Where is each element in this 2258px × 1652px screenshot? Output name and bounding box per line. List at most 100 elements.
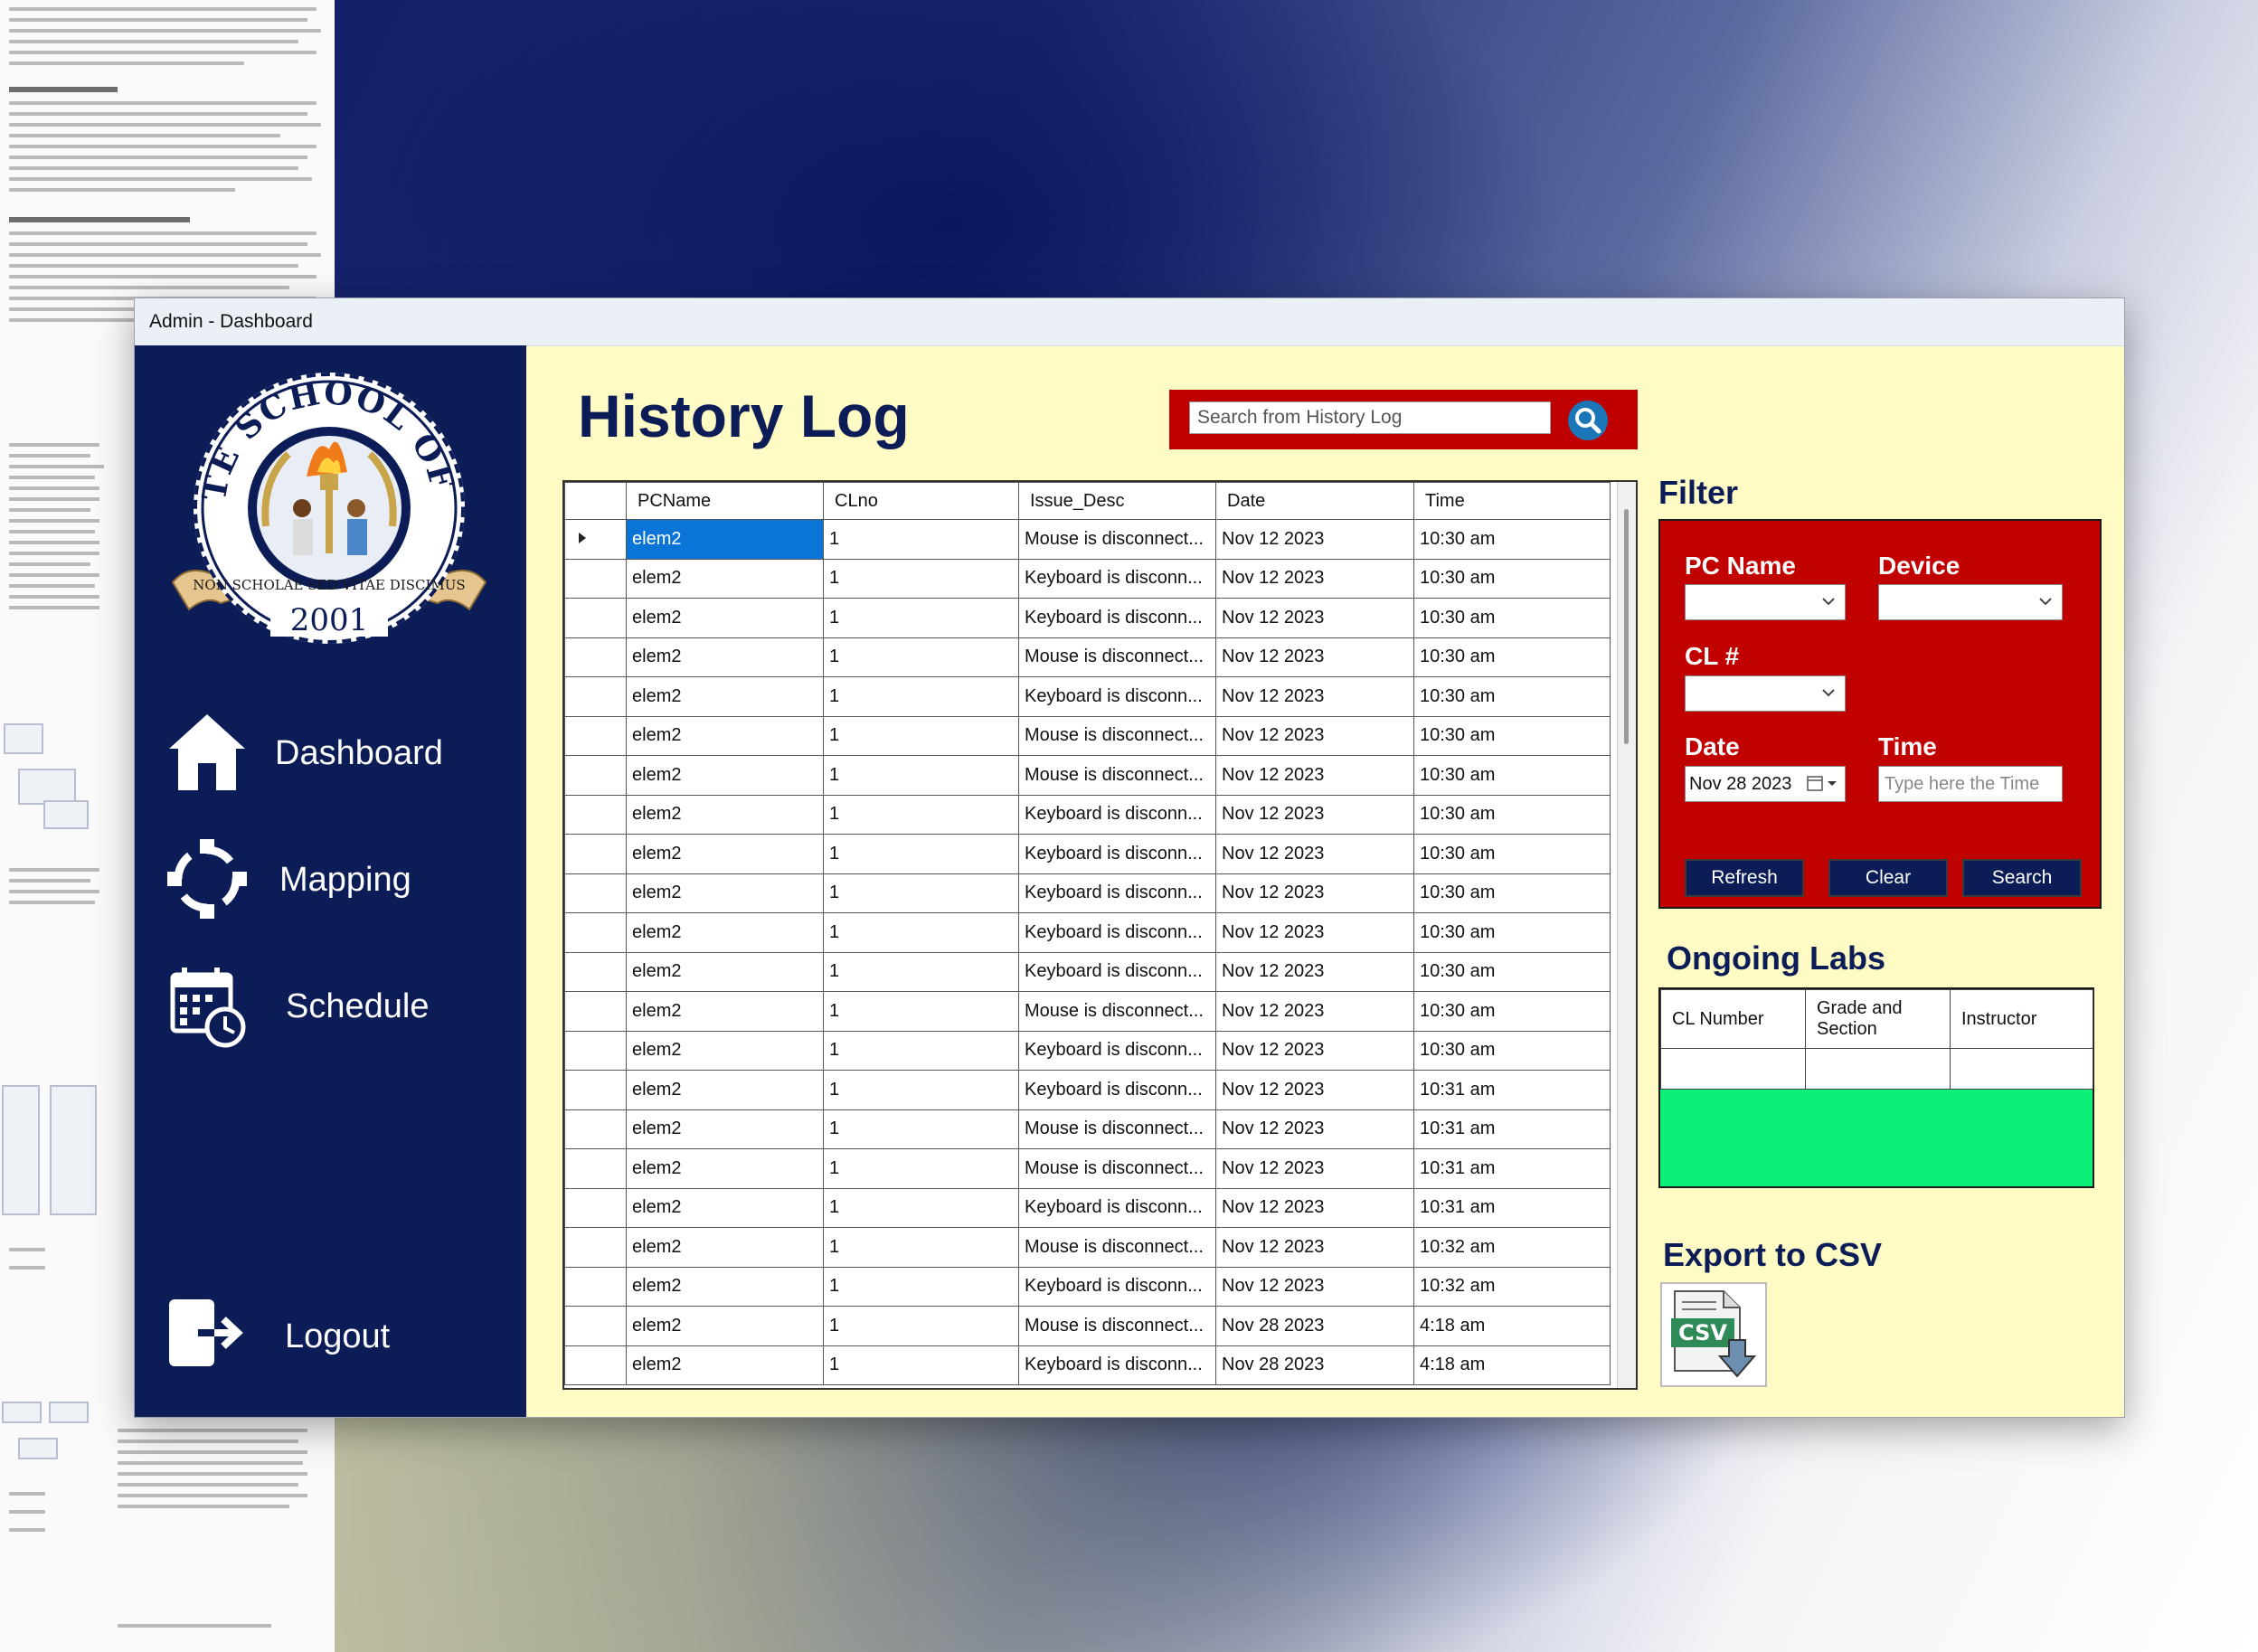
table-row[interactable]: elem2 1 Keyboard is disconn... Nov 12 2023 1… <box>564 834 1611 874</box>
column-header-time[interactable]: Time <box>1413 482 1611 520</box>
row-header[interactable] <box>564 755 627 796</box>
row-header[interactable] <box>564 912 627 953</box>
cell-pcname[interactable]: elem2 <box>626 1187 824 1228</box>
cell-clno[interactable]: 1 <box>823 991 1019 1032</box>
row-header[interactable] <box>564 1030 627 1071</box>
row-header[interactable] <box>564 558 627 599</box>
table-row[interactable]: elem2 1 Mouse is disconnect... Nov 12 2023 1… <box>564 715 1611 756</box>
row-header[interactable] <box>564 676 627 717</box>
cell-clno[interactable]: 1 <box>823 755 1019 796</box>
row-header[interactable] <box>564 598 627 638</box>
cell-issue-desc[interactable]: Mouse is disconnect... <box>1018 1227 1216 1268</box>
cell-pcname[interactable]: elem2 <box>626 1030 824 1071</box>
cell-pcname[interactable]: elem2 <box>626 873 824 913</box>
cell-clno[interactable]: 1 <box>823 1227 1019 1268</box>
cell-time[interactable]: 10:30 am <box>1413 598 1611 638</box>
search-input[interactable] <box>1189 401 1551 434</box>
cell-issue-desc[interactable]: Keyboard is disconn... <box>1018 676 1216 717</box>
sidebar-item-schedule[interactable]: Schedule <box>162 960 505 1051</box>
cell-issue-desc[interactable]: Mouse is disconnect... <box>1018 637 1216 677</box>
table-cell[interactable] <box>1660 1048 1806 1090</box>
cell-pcname[interactable]: elem2 <box>626 715 824 756</box>
cell-time[interactable]: 10:30 am <box>1413 755 1611 796</box>
cell-date[interactable]: Nov 12 2023 <box>1215 598 1414 638</box>
table-row[interactable]: elem2 1 Keyboard is disconn... Nov 12 2023 1… <box>564 558 1611 599</box>
cell-issue-desc[interactable]: Keyboard is disconn... <box>1018 1345 1216 1385</box>
title-bar[interactable]: Admin - Dashboard <box>135 298 2124 346</box>
row-header[interactable] <box>564 1345 627 1385</box>
cell-date[interactable]: Nov 12 2023 <box>1215 912 1414 953</box>
row-header[interactable] <box>564 1266 627 1307</box>
cell-pcname[interactable]: elem2 <box>626 558 824 599</box>
row-header[interactable] <box>564 1306 627 1346</box>
cell-time[interactable]: 10:30 am <box>1413 676 1611 717</box>
cell-date[interactable]: Nov 12 2023 <box>1215 715 1414 756</box>
table-row[interactable] <box>1660 1048 2093 1090</box>
cell-date[interactable]: Nov 12 2023 <box>1215 1109 1414 1149</box>
cell-time[interactable]: 10:30 am <box>1413 951 1611 992</box>
cell-pcname[interactable]: elem2 <box>626 519 824 560</box>
cell-date[interactable]: Nov 12 2023 <box>1215 834 1414 874</box>
table-row[interactable]: elem2 1 Mouse is disconnect... Nov 12 2023 1… <box>564 1227 1611 1268</box>
cell-clno[interactable]: 1 <box>823 676 1019 717</box>
cell-date[interactable]: Nov 12 2023 <box>1215 519 1414 560</box>
cell-clno[interactable]: 1 <box>823 558 1019 599</box>
cell-pcname[interactable]: elem2 <box>626 1306 824 1346</box>
row-header[interactable] <box>564 1148 627 1189</box>
cell-issue-desc[interactable]: Mouse is disconnect... <box>1018 991 1216 1032</box>
table-row[interactable]: elem2 1 Keyboard is disconn... Nov 28 2023 4… <box>564 1345 1611 1385</box>
table-row[interactable]: elem2 1 Keyboard is disconn... Nov 12 2023 1… <box>564 676 1611 717</box>
cell-date[interactable]: Nov 12 2023 <box>1215 558 1414 599</box>
table-row[interactable]: elem2 1 Mouse is disconnect... Nov 12 2023 1… <box>564 637 1611 677</box>
cell-clno[interactable]: 1 <box>823 1345 1019 1385</box>
cell-issue-desc[interactable]: Mouse is disconnect... <box>1018 1109 1216 1149</box>
cell-issue-desc[interactable]: Keyboard is disconn... <box>1018 834 1216 874</box>
pc-name-dropdown[interactable] <box>1685 584 1846 620</box>
cell-pcname[interactable]: elem2 <box>626 1266 824 1307</box>
cell-clno[interactable]: 1 <box>823 1070 1019 1110</box>
time-input[interactable] <box>1878 766 2063 802</box>
cell-clno[interactable]: 1 <box>823 637 1019 677</box>
cell-date[interactable]: Nov 12 2023 <box>1215 1148 1414 1189</box>
cell-date[interactable]: Nov 12 2023 <box>1215 991 1414 1032</box>
cell-clno[interactable]: 1 <box>823 951 1019 992</box>
row-header[interactable] <box>564 1109 627 1149</box>
scrollbar-thumb[interactable] <box>1624 509 1629 744</box>
table-row[interactable]: elem2 1 Mouse is disconnect... Nov 12 2023 1… <box>564 1109 1611 1149</box>
row-header[interactable] <box>564 715 627 756</box>
cell-date[interactable]: Nov 12 2023 <box>1215 873 1414 913</box>
cell-date[interactable]: Nov 12 2023 <box>1215 951 1414 992</box>
cell-date[interactable]: Nov 12 2023 <box>1215 794 1414 835</box>
cell-clno[interactable]: 1 <box>823 1306 1019 1346</box>
table-row[interactable]: elem2 1 Mouse is disconnect... Nov 28 2023 4… <box>564 1306 1611 1346</box>
cell-date[interactable]: Nov 12 2023 <box>1215 676 1414 717</box>
row-header[interactable] <box>564 991 627 1032</box>
cell-time[interactable]: 10:30 am <box>1413 912 1611 953</box>
cell-clno[interactable]: 1 <box>823 598 1019 638</box>
cell-time[interactable]: 10:30 am <box>1413 519 1611 560</box>
cell-pcname[interactable]: elem2 <box>626 1227 824 1268</box>
cell-issue-desc[interactable]: Keyboard is disconn... <box>1018 598 1216 638</box>
cell-pcname[interactable]: elem2 <box>626 794 824 835</box>
cell-issue-desc[interactable]: Keyboard is disconn... <box>1018 1070 1216 1110</box>
sidebar-item-dashboard[interactable]: Dashboard <box>162 707 505 798</box>
column-header-date[interactable]: Date <box>1215 482 1414 520</box>
cell-date[interactable]: Nov 12 2023 <box>1215 1187 1414 1228</box>
cell-clno[interactable]: 1 <box>823 715 1019 756</box>
row-header[interactable] <box>564 1227 627 1268</box>
cell-time[interactable]: 10:30 am <box>1413 715 1611 756</box>
table-row[interactable]: elem2 1 Keyboard is disconn... Nov 12 2023 1… <box>564 794 1611 835</box>
calendar-dropdown-icon[interactable] <box>1807 775 1839 793</box>
cell-issue-desc[interactable]: Keyboard is disconn... <box>1018 912 1216 953</box>
cell-date[interactable]: Nov 12 2023 <box>1215 1266 1414 1307</box>
cell-issue-desc[interactable]: Keyboard is disconn... <box>1018 794 1216 835</box>
cell-issue-desc[interactable]: Mouse is disconnect... <box>1018 1306 1216 1346</box>
cell-clno[interactable]: 1 <box>823 1030 1019 1071</box>
table-row[interactable]: elem2 1 Keyboard is disconn... Nov 12 2023 1… <box>564 1266 1611 1307</box>
cell-time[interactable]: 10:31 am <box>1413 1109 1611 1149</box>
table-row[interactable]: elem2 1 Keyboard is disconn... Nov 12 2023 1… <box>564 1070 1611 1110</box>
cell-clno[interactable]: 1 <box>823 1109 1019 1149</box>
cell-time[interactable]: 10:32 am <box>1413 1227 1611 1268</box>
cell-date[interactable]: Nov 12 2023 <box>1215 1070 1414 1110</box>
cell-issue-desc[interactable]: Keyboard is disconn... <box>1018 873 1216 913</box>
